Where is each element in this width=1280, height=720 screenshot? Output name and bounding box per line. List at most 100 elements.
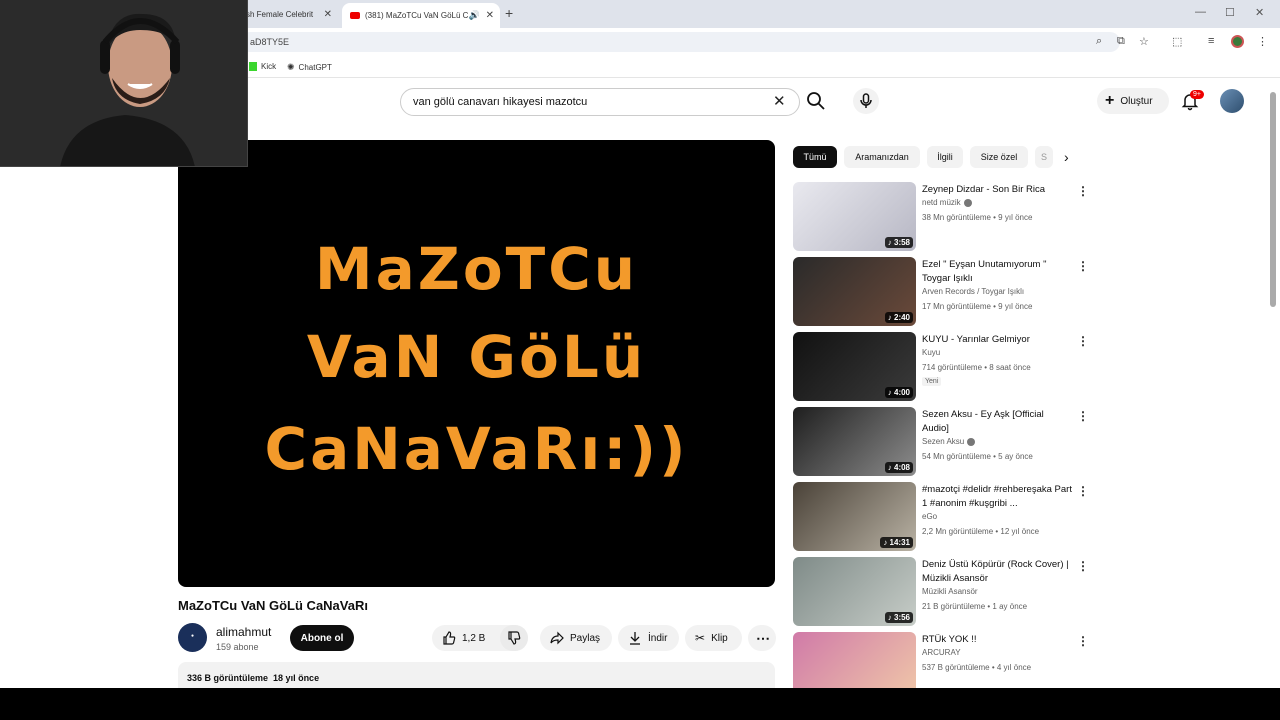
recommendation-channel[interactable]: Arven Records / Toygar Işıklı [922, 287, 1024, 296]
account-avatar[interactable] [1220, 89, 1244, 113]
more-options-icon[interactable]: ⋮ [1077, 634, 1089, 648]
recommendation-title[interactable]: RTÜk YOK !! [922, 633, 1072, 647]
tab-close-icon[interactable]: ✕ [486, 10, 494, 21]
recommendation-title[interactable]: Zeynep Dizdar - Son Bir Rica [922, 183, 1072, 197]
more-options-icon[interactable]: ⋮ [1077, 184, 1089, 198]
extensions-icon[interactable]: ⬚ [1172, 35, 1182, 48]
video-thumbnail[interactable]: ♪ 3:56 [793, 557, 916, 626]
tab-label: (381) MaZoTCu VaN GöLü C [365, 11, 469, 20]
recommendation-item[interactable]: ♪ 4:08 Sezen Aksu - Ey Aşk [Official Audi… [793, 407, 1093, 477]
upload-age: 18 yıl önce [273, 673, 320, 683]
chip-from-search[interactable]: Aramanızdan [844, 146, 920, 168]
duration-badge: ♪ 14:31 [880, 537, 913, 548]
chip-all[interactable]: Tümü [793, 146, 837, 168]
like-count: 1,2 B [462, 632, 486, 644]
create-label: Oluştur [1120, 95, 1153, 107]
video-frame-text-line: MaZoTCu [314, 235, 639, 303]
subscribe-button[interactable]: Abone ol [290, 625, 354, 651]
recommendation-channel[interactable]: eGo [922, 512, 937, 521]
description-box[interactable]: 336 B görüntüleme 18 yıl önce [178, 662, 775, 688]
recommendation-meta: 17 Mn görüntüleme • 9 yıl önce [922, 302, 1033, 311]
share-button[interactable]: Paylaş [540, 625, 612, 651]
search-input[interactable]: van gölü canavarı hikayesi mazotcu [400, 88, 800, 116]
recommendation-item[interactable]: ♪ 2:40 Ezel " Eyşan Unutamıyorum " Toygar… [793, 257, 1093, 327]
recommendation-meta: 21 B görüntüleme • 1 ay önce [922, 602, 1028, 611]
bookmark-star-icon[interactable]: ☆ [1139, 35, 1149, 48]
maximize-icon[interactable]: ☐ [1225, 6, 1235, 19]
media-control-icon[interactable]: ≡ [1208, 35, 1214, 47]
subscriber-count: 159 abone [216, 642, 259, 652]
recommendation-item[interactable]: RTÜk YOK !! ARCURAY 537 B görüntüleme • 4 … [793, 632, 1093, 688]
channel-name[interactable]: alimahmut [216, 625, 271, 639]
channel-avatar[interactable]: ● [178, 623, 207, 652]
recommendation-channel[interactable]: Müzikli Asansör [922, 587, 978, 596]
zoom-icon[interactable]: ⌕ [1096, 35, 1102, 48]
more-options-icon[interactable]: ⋮ [1077, 559, 1089, 573]
new-badge: Yeni [922, 377, 942, 386]
download-button[interactable]: İndir [618, 625, 679, 651]
minimize-icon[interactable]: — [1195, 6, 1206, 18]
speaker-icon[interactable]: 🔊 [469, 10, 480, 21]
browser-tab-active[interactable]: (381) MaZoTCu VaN GöLü C 🔊 ✕ [342, 3, 500, 28]
download-label: İndir [648, 632, 668, 644]
clear-search-icon[interactable]: ✕ [773, 92, 786, 110]
bookmark-chatgpt[interactable]: ✺ ChatGPT [287, 62, 332, 73]
recommendation-channel[interactable]: ARCURAY [922, 648, 961, 657]
bottom-letterbox [0, 688, 1280, 720]
video-thumbnail[interactable]: ♪ 3:58 [793, 182, 916, 251]
recommendation-title[interactable]: Deniz Üstü Köpürür (Rock Cover) | Müzikl… [922, 558, 1072, 586]
screen: sh Female Celebrit ✕ (381) MaZoTCu VaN G… [0, 0, 1280, 688]
cast-icon[interactable]: ⧉ [1117, 35, 1125, 48]
chip-related[interactable]: İlgili [927, 146, 963, 168]
kick-icon [249, 62, 257, 71]
video-thumbnail[interactable]: ♪ 4:08 [793, 407, 916, 476]
share-label: Paylaş [570, 632, 601, 644]
more-options-icon[interactable]: ⋮ [1077, 334, 1089, 348]
recommendation-item[interactable]: ♪ 3:58 Zeynep Dizdar - Son Bir Rica netd m… [793, 182, 1093, 252]
close-window-icon[interactable]: ✕ [1255, 6, 1264, 19]
video-thumbnail[interactable]: ♪ 4:00 [793, 332, 916, 401]
video-frame-text-line: CaNaVaRı:)) [264, 415, 689, 483]
recommendation-item[interactable]: ♪ 4:00 KUYU - Yarınlar Gelmiyor Kuyu 714 gö… [793, 332, 1093, 402]
video-player[interactable]: MaZoTCu VaN GöLü CaNaVaRı:)) [178, 140, 775, 587]
more-options-icon[interactable]: ⋮ [1077, 484, 1089, 498]
recommendation-item[interactable]: ♪ 3:56 Deniz Üstü Köpürür (Rock Cover) | … [793, 557, 1093, 627]
chevron-right-icon[interactable]: › [1064, 149, 1069, 165]
create-button[interactable]: + Oluştur [1097, 88, 1169, 114]
chip-partial[interactable]: S [1035, 146, 1053, 168]
video-frame-text-line: VaN GöLü [306, 323, 647, 391]
chip-for-you[interactable]: Size özel [970, 146, 1028, 168]
scrollbar-thumb[interactable] [1270, 92, 1276, 307]
recommendation-title[interactable]: Sezen Aksu - Ey Aşk [Official Audio] [922, 408, 1072, 436]
recommendation-channel[interactable]: netd müzik [922, 198, 972, 207]
dislike-button[interactable] [500, 625, 528, 651]
recommendation-title[interactable]: #mazotçi #delidr #rehbereşaka Part 1 #an… [922, 483, 1072, 511]
recommendation-title[interactable]: KUYU - Yarınlar Gelmiyor [922, 333, 1072, 347]
video-thumbnail[interactable] [793, 632, 916, 688]
address-bar[interactable]: aD8TY5E [240, 32, 1120, 52]
share-icon [550, 631, 564, 645]
voice-search-button[interactable] [853, 88, 879, 114]
bookmark-kick[interactable]: Kick [249, 62, 276, 71]
duration-badge: ♪ 4:00 [884, 387, 913, 398]
recommendation-channel[interactable]: Sezen Aksu [922, 437, 976, 446]
video-thumbnail[interactable]: ♪ 14:31 [793, 482, 916, 551]
browser-tab-inactive[interactable]: sh Female Celebrit ✕ [238, 3, 338, 25]
recommendation-meta: 38 Mn görüntüleme • 9 yıl önce [922, 213, 1033, 222]
search-icon[interactable] [806, 91, 826, 111]
recommendation-channel[interactable]: Kuyu [922, 348, 940, 357]
new-tab-icon[interactable]: + [505, 5, 513, 21]
browser-menu-icon[interactable]: ⋮ [1257, 35, 1268, 48]
browser-profile-avatar[interactable] [1231, 35, 1244, 48]
video-thumbnail[interactable]: ♪ 2:40 [793, 257, 916, 326]
more-actions-icon[interactable]: ⋯ [748, 625, 776, 651]
tab-close-icon[interactable]: ✕ [324, 9, 332, 20]
thumbs-down-icon [508, 631, 521, 645]
recommendation-title[interactable]: Ezel " Eyşan Unutamıyorum " Toygar Işıkl… [922, 258, 1072, 286]
more-options-icon[interactable]: ⋮ [1077, 409, 1089, 423]
clip-button[interactable]: ✂ Klip [685, 625, 742, 651]
more-options-icon[interactable]: ⋮ [1077, 259, 1089, 273]
recommendation-item[interactable]: ♪ 14:31 #mazotçi #delidr #rehbereşaka Par… [793, 482, 1093, 552]
bookmark-label: Kick [261, 62, 277, 71]
scissors-icon: ✂ [695, 631, 706, 645]
